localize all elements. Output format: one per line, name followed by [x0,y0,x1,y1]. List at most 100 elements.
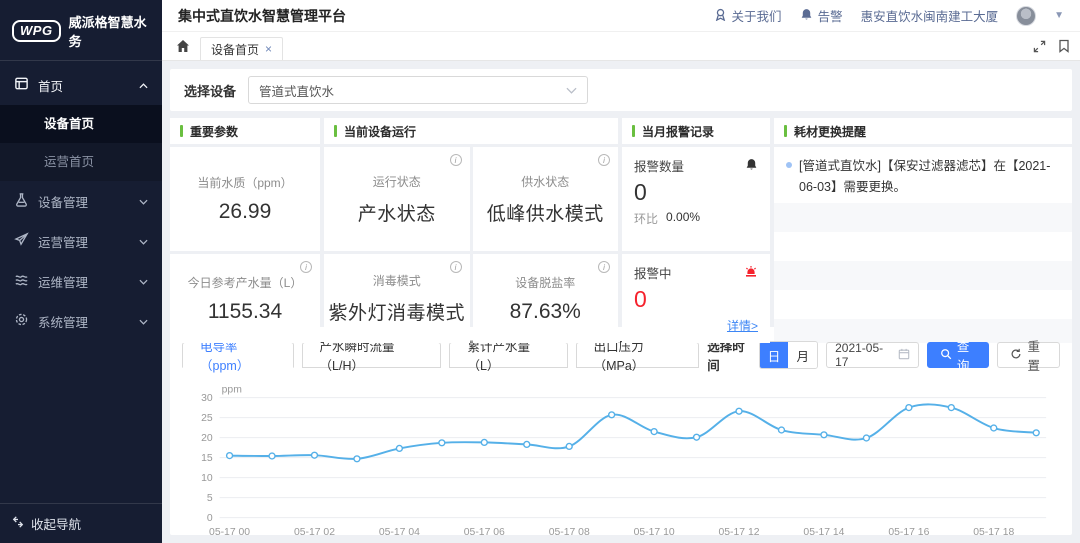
card-title: 重要参数 [190,123,238,140]
gear-icon [14,312,29,330]
brand: WPG 威派格智慧水务 [0,0,162,61]
consumable-text: [管道式直饮水]【保安过滤器滤芯】在【2021-06-03】需要更换。 [799,156,1060,197]
empty-rows [774,203,1072,343]
tab-device-home[interactable]: 设备首页 × [200,37,283,60]
ratio-label: 环比 [634,210,658,227]
chevron-up-icon [139,78,148,92]
chevron-down-icon [566,83,577,97]
tab-instant-flow[interactable]: 产水瞬时流量（L/H） [302,342,442,368]
info-icon[interactable]: i [598,261,610,273]
svg-text:25: 25 [201,413,213,424]
collapse-label: 收起导航 [31,514,81,533]
about-us-link[interactable]: 关于我们 [714,6,782,25]
sidebar-item-operation-home[interactable]: 运营首页 [0,143,162,181]
page-title: 集中式直饮水智慧管理平台 [178,6,346,26]
list-item[interactable]: [管道式直饮水]【保安过滤器滤芯】在【2021-06-03】需要更换。 [774,147,1072,203]
chevron-down-icon [139,234,148,248]
device-select[interactable]: 管道式直饮水 [248,76,588,104]
tab-label: 设备首页 [211,41,259,58]
bookmark-icon[interactable] [1058,39,1070,53]
fullscreen-icon[interactable] [1033,40,1046,53]
station-name[interactable]: 惠安直饮水闽南建工大厦 [861,6,999,25]
consumables-list: [管道式直饮水]【保安过滤器滤芯】在【2021-06-03】需要更换。 [774,147,1072,343]
green-bar [180,125,183,137]
about-us-label: 关于我们 [732,6,782,25]
svg-text:05-17 16: 05-17 16 [888,527,929,535]
alarm-detail-link[interactable]: 详情> [727,317,758,334]
alarm-active-cell: 报警中 0 详情> [622,254,770,343]
alarm-link[interactable]: 告警 [800,6,843,25]
tab-conductivity[interactable]: 电导率（ppm） [182,342,294,368]
sidebar-menu: 首页 设备首页 运营首页 设备管理 运营管理 运维管理 [0,61,162,503]
info-icon[interactable]: i [598,154,610,166]
svg-text:10: 10 [201,473,213,484]
avatar[interactable] [1016,6,1036,26]
day-toggle-button[interactable]: 日 [760,342,789,368]
siren-icon [744,265,758,281]
home-tab-button[interactable] [176,39,190,53]
stat-label: 当前水质（ppm） [197,174,292,191]
medal-icon [714,8,727,24]
sidebar-item-maintenance-mgmt[interactable]: 运维管理 [0,261,162,301]
tab-outlet-pressure[interactable]: 出口压力（MPa） [576,342,700,368]
tabstrip-tools [1033,39,1070,53]
calendar-icon [898,348,910,363]
card-device-running: 当前设备运行 i 运行状态 产水状态 i 供水状态 低峰供水模式 [324,118,618,343]
card-title: 耗材更换提醒 [794,123,866,140]
sidebar-item-operation-mgmt[interactable]: 运营管理 [0,221,162,261]
svg-text:20: 20 [201,433,213,444]
main-area: 集中式直饮水智慧管理平台 关于我们 告警 惠安直饮水闽南建工大厦 ▼ 设备首页 … [162,0,1080,543]
info-icon[interactable]: i [450,154,462,166]
sidebar-item-home[interactable]: 首页 [0,65,162,105]
close-icon[interactable]: × [265,42,272,56]
info-icon[interactable]: i [300,261,312,273]
flask-icon [14,192,29,210]
device-selector-label: 选择设备 [184,81,236,100]
query-button[interactable]: 查询 [927,342,990,368]
sidebar-item-system-mgmt[interactable]: 系统管理 [0,301,162,341]
tab-total-output[interactable]: 累计产水量（L） [449,342,567,368]
card-body: 报警数量 0 环比 0.00% 报警中 [622,147,770,343]
caret-down-icon[interactable]: ▼ [1054,10,1064,21]
sidebar: WPG 威派格智慧水务 首页 设备首页 运营首页 设备管理 运营管理 [0,0,162,543]
query-label: 查询 [957,336,977,374]
svg-text:05-17 06: 05-17 06 [464,527,505,535]
device-selector-panel: 选择设备 管道式直饮水 [170,69,1072,111]
stat-value: 低峰供水模式 [487,199,604,226]
stat-value: 产水状态 [358,199,436,226]
day-month-toggle: 日 月 [759,341,818,369]
svg-text:05-17 00: 05-17 00 [209,527,250,535]
device-select-value: 管道式直饮水 [259,81,566,100]
month-toggle-button[interactable]: 月 [788,342,817,368]
stat-label: 设备脱盐率 [515,274,575,291]
date-picker[interactable]: 2021-05-17 [826,342,919,368]
svg-text:05-17 10: 05-17 10 [634,527,675,535]
green-bar [784,125,787,137]
line-chart[interactable]: 051015202530ppm05-17 0005-17 0205-17 040… [182,382,1060,535]
cards-row: 重要参数 当前水质（ppm） 26.99 i 今日参考产水量（L） 1155.3… [170,118,1072,320]
chart-wrap: 051015202530ppm05-17 0005-17 0205-17 040… [182,382,1060,535]
home-menu-icon [14,76,29,94]
alarm-count-label: 报警数量 [634,156,745,175]
brand-name: 威派格智慧水务 [69,12,152,50]
sidebar-item-device-home[interactable]: 设备首页 [0,105,162,143]
svg-text:05-17 08: 05-17 08 [549,527,590,535]
topbar: 集中式直饮水智慧管理平台 关于我们 告警 惠安直饮水闽南建工大厦 ▼ [162,0,1080,32]
stat-running-status: i 运行状态 产水状态 [324,147,470,251]
info-icon[interactable]: i [450,261,462,273]
svg-text:05-17 14: 05-17 14 [803,527,844,535]
card-title: 当前设备运行 [344,123,416,140]
reset-button[interactable]: 重置 [997,342,1060,368]
stat-value: 紫外灯消毒模式 [328,298,465,325]
brand-logo: WPG [12,20,61,42]
alarm-count-value: 0 [634,181,758,204]
sidebar-item-device-mgmt[interactable]: 设备管理 [0,181,162,221]
collapse-nav-button[interactable]: 收起导航 [0,503,162,543]
stat-label: 今日参考产水量（L） [188,274,303,291]
svg-text:05-17 02: 05-17 02 [294,527,335,535]
card-header: 重要参数 [170,118,320,144]
svg-text:5: 5 [207,493,213,504]
stat-desalination-rate: i 设备脱盐率 87.63% [473,254,619,343]
bullet-dot-icon [786,162,792,168]
alarm-active-value: 0 [634,288,758,311]
